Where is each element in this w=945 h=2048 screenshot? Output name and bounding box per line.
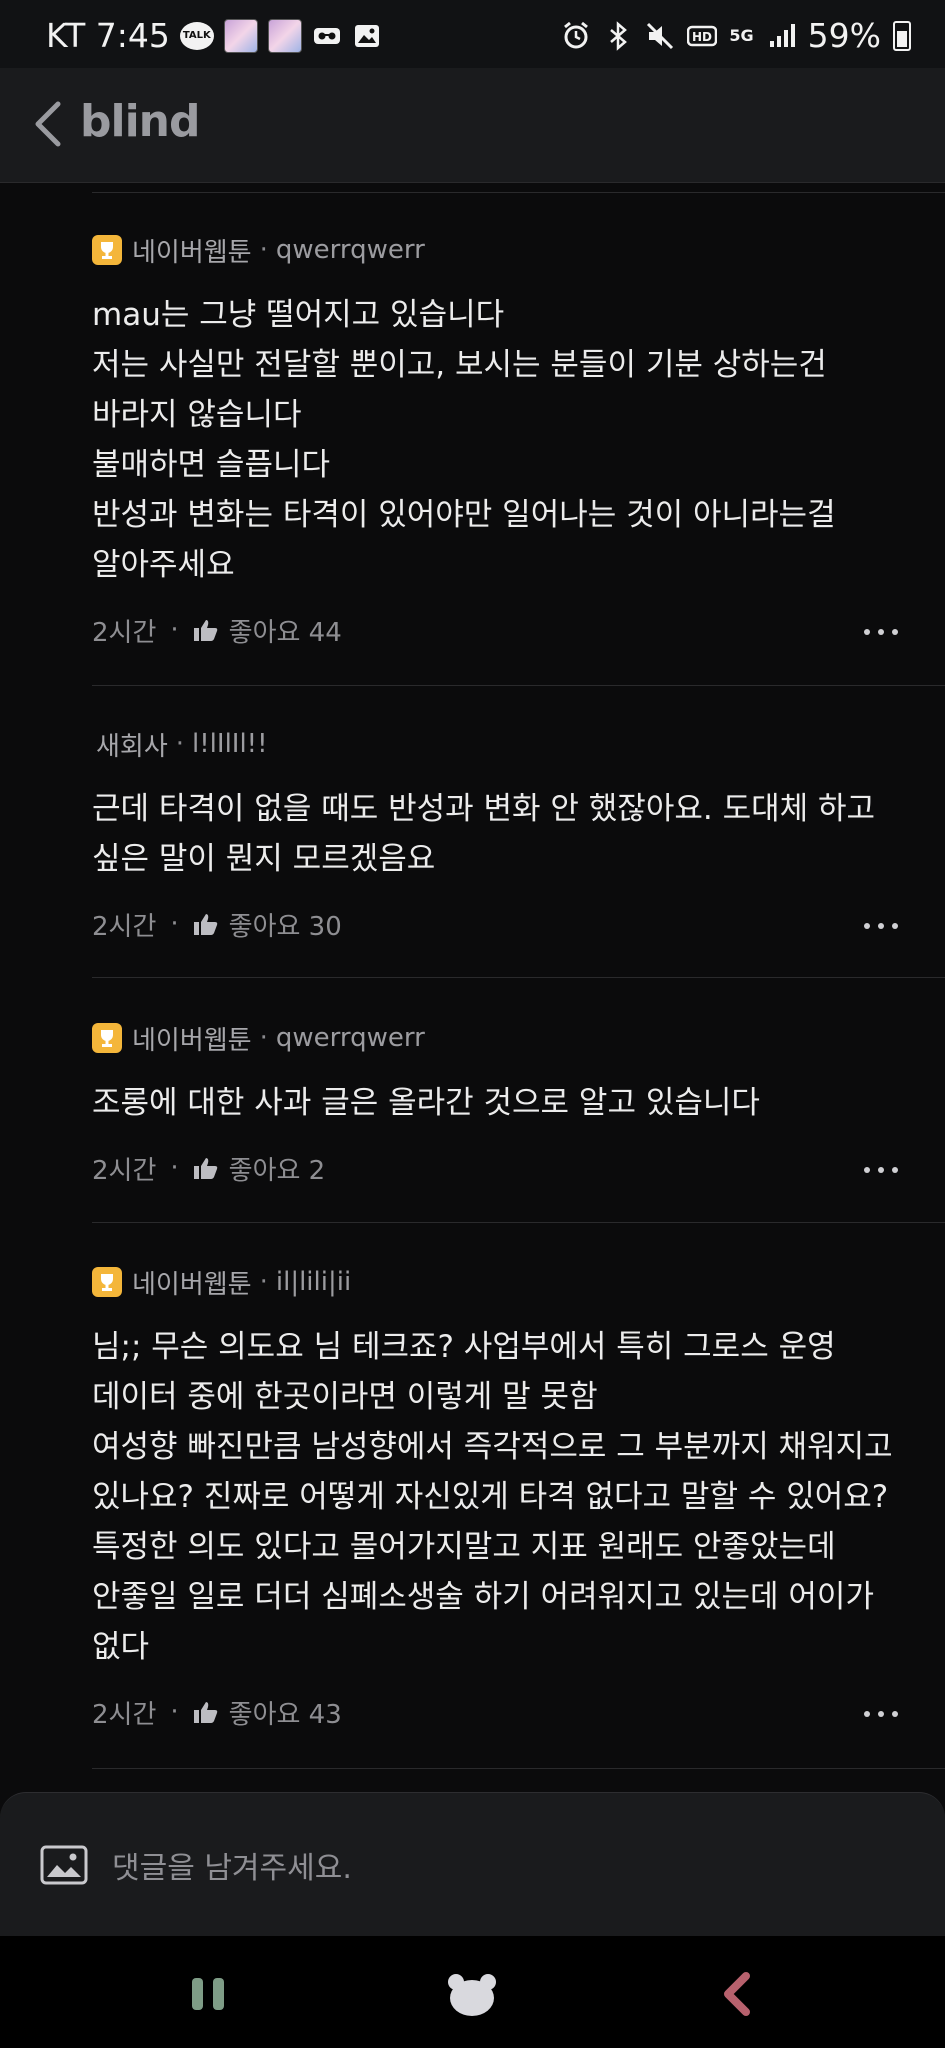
thumbs-up-icon[interactable] (193, 911, 219, 937)
more-options-icon[interactable] (861, 622, 901, 642)
comment-footer: 2시간 · 좋아요 44 (92, 610, 945, 650)
divider (92, 192, 945, 193)
status-bar: KT 7:45 TALK HD 5G 59% (0, 0, 945, 68)
company-name[interactable]: 네이버웹툰 (132, 232, 252, 269)
more-options-icon[interactable] (861, 916, 901, 936)
mute-icon (647, 22, 674, 49)
divider (92, 977, 945, 978)
notification-thumbnail-icon (267, 18, 302, 53)
comment-body: mau는 그냥 떨어지고 있습니다 저는 사실만 전달할 뿐이고, 보시는 분들… (92, 297, 836, 583)
separator-dot: · (170, 615, 179, 645)
back-nav-icon[interactable] (710, 1970, 770, 2018)
status-left: KT 7:45 TALK (46, 16, 382, 55)
recent-apps-icon[interactable] (180, 1970, 240, 2018)
thumbs-up-icon[interactable] (193, 617, 219, 643)
comment-body: 님;; 무슨 의도요 님 테크죠? 사업부에서 특히 그로스 운영 데이터 중에… (92, 1329, 893, 1665)
svg-text:HD: HD (692, 30, 712, 44)
battery-icon (893, 20, 911, 51)
comment-item: 새회사 · l!lIlIl!! 근데 타격이 없을 때도 반성과 변화 안 했잖… (92, 724, 945, 944)
more-options-icon[interactable] (861, 1704, 901, 1724)
author-name: qwerrqwerr (275, 235, 425, 265)
carrier-time: KT 7:45 (46, 16, 170, 55)
trophy-icon (92, 1267, 122, 1297)
comment-time: 2시간 (92, 1699, 157, 1730)
comment-item: 네이버웹툰 · il|lili|ii 님;; 무슨 의도요 님 테크죠? 사업부… (92, 1262, 945, 1732)
voicemail-icon (313, 27, 340, 44)
comment-input-bar[interactable]: 댓글을 남겨주세요. (0, 1792, 945, 1937)
comment-time: 2시간 (92, 1155, 157, 1186)
divider (92, 1222, 945, 1223)
divider (92, 1768, 945, 1769)
trophy-icon (92, 235, 122, 265)
signal-icon (769, 23, 795, 47)
comment-footer: 2시간 · 좋아요 30 (92, 904, 945, 944)
comment-time: 2시간 (92, 911, 157, 942)
author-name: qwerrqwerr (275, 1023, 425, 1053)
like-count[interactable]: 좋아요 43 (229, 1694, 342, 1731)
trophy-icon (92, 1023, 122, 1053)
comment-item: 네이버웹툰 · qwerrqwerr mau는 그냥 떨어지고 있습니다 저는 … (92, 230, 945, 650)
comment-time: 2시간 (92, 617, 157, 648)
company-name[interactable]: 새회사 (96, 726, 168, 763)
like-count[interactable]: 좋아요 2 (229, 1150, 326, 1187)
comment-body: 조롱에 대한 사과 글은 올라간 것으로 알고 있습니다 (92, 1085, 760, 1121)
separator-dot: · (170, 1153, 179, 1183)
thumbs-up-icon[interactable] (193, 1155, 219, 1181)
notification-thumbnail-icon (223, 18, 258, 53)
more-options-icon[interactable] (861, 1160, 901, 1180)
back-chevron-icon[interactable] (30, 98, 66, 150)
company-name[interactable]: 네이버웹툰 (132, 1020, 252, 1057)
home-bear-icon[interactable] (442, 1970, 502, 2018)
separator-dot: · (170, 909, 179, 939)
author-name: l!lIlIl!! (192, 729, 268, 759)
like-count[interactable]: 좋아요 44 (229, 612, 342, 649)
image-icon (354, 24, 379, 47)
comment-meta: 새회사 · l!lIlIl!! (92, 724, 945, 764)
system-nav-bar (0, 1936, 945, 2048)
kakaotalk-icon: TALK (179, 21, 214, 50)
alarm-icon (564, 21, 589, 48)
separator-dot: · (175, 729, 185, 759)
separator-dot: · (259, 235, 268, 265)
app-header: blind (0, 68, 945, 183)
network-type: 5G (729, 26, 754, 45)
comment-item: 네이버웹툰 · qwerrqwerr 조롱에 대한 사과 글은 올라간 것으로 … (92, 1018, 945, 1188)
battery-percent: 59% (807, 16, 881, 55)
separator-dot: · (170, 1697, 179, 1727)
divider (92, 685, 945, 686)
hd-voice-icon: HD (687, 25, 718, 46)
bluetooth-icon (610, 20, 628, 51)
author-name: il|lili|ii (275, 1267, 352, 1297)
comment-meta: 네이버웹툰 · qwerrqwerr (92, 1018, 945, 1058)
comment-meta: 네이버웹툰 · qwerrqwerr (92, 230, 945, 270)
comment-body: 근데 타격이 없을 때도 반성과 변화 안 했잖아요. 도대체 하고 싶은 말이… (92, 791, 876, 877)
comment-meta: 네이버웹툰 · il|lili|ii (92, 1262, 945, 1302)
brand-logo: blind (80, 96, 200, 147)
company-name[interactable]: 네이버웹툰 (132, 1264, 252, 1301)
thumbs-up-icon[interactable] (193, 1699, 219, 1725)
attach-image-icon[interactable] (40, 1845, 88, 1885)
comment-input-placeholder[interactable]: 댓글을 남겨주세요. (112, 1843, 352, 1887)
comment-footer: 2시간 · 좋아요 2 (92, 1148, 945, 1188)
comment-footer: 2시간 · 좋아요 43 (92, 1692, 945, 1732)
like-count[interactable]: 좋아요 30 (229, 906, 342, 943)
status-right: HD 5G 59% (561, 16, 911, 55)
separator-dot: · (259, 1023, 268, 1053)
separator-dot: · (259, 1267, 268, 1297)
